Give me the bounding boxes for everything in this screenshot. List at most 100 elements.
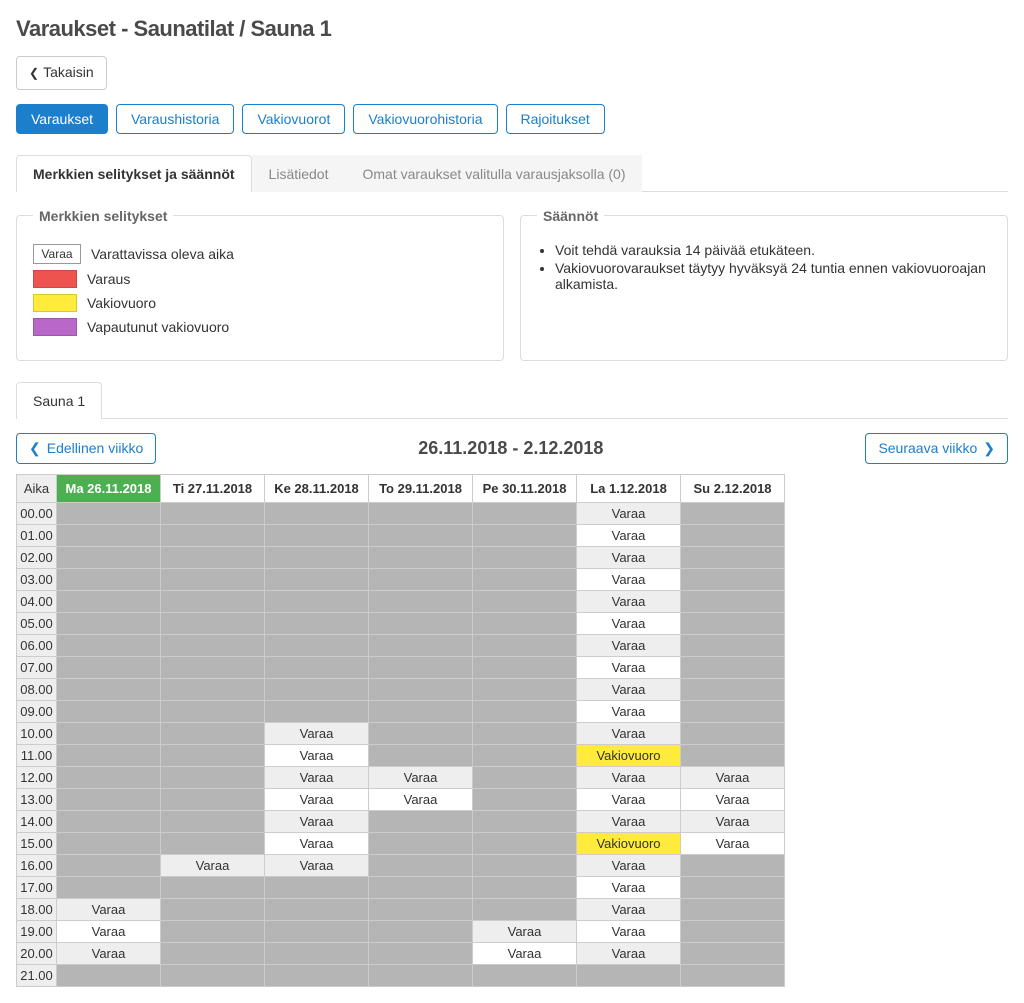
slot-unavailable xyxy=(473,678,577,700)
tab-vakiovuorot[interactable]: Vakiovuorot xyxy=(242,104,345,134)
slot-available[interactable]: Varaa xyxy=(681,788,785,810)
slot-available[interactable]: Varaa xyxy=(265,832,369,854)
slot-available[interactable]: Varaa xyxy=(473,942,577,964)
slot-available[interactable]: Varaa xyxy=(577,854,681,876)
tab-varaushistoria[interactable]: Varaushistoria xyxy=(116,104,234,134)
slot-unavailable xyxy=(265,898,369,920)
slot-unavailable xyxy=(161,678,265,700)
slot-available[interactable]: Varaa xyxy=(681,810,785,832)
resource-tab-sauna1[interactable]: Sauna 1 xyxy=(16,382,102,419)
slot-unavailable xyxy=(57,832,161,854)
slot-unavailable xyxy=(681,568,785,590)
slot-available[interactable]: Varaa xyxy=(577,700,681,722)
slot-available[interactable]: Varaa xyxy=(577,678,681,700)
slot-unavailable xyxy=(57,568,161,590)
subtab-lisatiedot[interactable]: Lisätiedot xyxy=(252,155,346,192)
slot-available[interactable]: Varaa xyxy=(265,766,369,788)
slot-recurring[interactable]: Vakiovuoro xyxy=(577,744,681,766)
slot-unavailable xyxy=(681,546,785,568)
slot-label: Varaa xyxy=(577,811,680,832)
slot-available[interactable]: Varaa xyxy=(161,854,265,876)
slot-unavailable xyxy=(161,722,265,744)
slot-unavailable xyxy=(681,722,785,744)
slot-available[interactable]: Varaa xyxy=(577,942,681,964)
slot-label: Varaa xyxy=(577,591,680,612)
slot-available[interactable]: Varaa xyxy=(681,766,785,788)
slot-available[interactable]: Varaa xyxy=(577,788,681,810)
slot-label: Varaa xyxy=(265,855,368,876)
slot-available[interactable]: Varaa xyxy=(473,920,577,942)
slot-unavailable xyxy=(473,634,577,656)
slot-unavailable xyxy=(369,590,473,612)
slot-available[interactable]: Varaa xyxy=(369,788,473,810)
slot-unavailable xyxy=(265,678,369,700)
legend-desc-recurring: Vakiovuoro xyxy=(87,295,156,311)
prev-week-button[interactable]: ❮ Edellinen viikko xyxy=(16,433,156,464)
slot-available[interactable]: Varaa xyxy=(577,546,681,568)
slot-available[interactable]: Varaa xyxy=(681,832,785,854)
subtab-omat[interactable]: Omat varaukset valitulla varausjaksolla … xyxy=(345,155,642,192)
slot-available[interactable]: Varaa xyxy=(577,612,681,634)
slot-unavailable xyxy=(161,656,265,678)
slot-available[interactable]: Varaa xyxy=(577,898,681,920)
chevron-right-icon: ❯ xyxy=(983,440,995,457)
time-label: 17.00 xyxy=(17,876,57,898)
slot-unavailable xyxy=(577,964,681,986)
slot-unavailable xyxy=(265,546,369,568)
day-header: Pe 30.11.2018 xyxy=(473,474,577,502)
slot-available[interactable]: Varaa xyxy=(369,766,473,788)
slot-available[interactable]: Varaa xyxy=(265,744,369,766)
time-label: 01.00 xyxy=(17,524,57,546)
slot-available[interactable]: Varaa xyxy=(577,722,681,744)
slot-unavailable xyxy=(161,502,265,524)
time-label: 05.00 xyxy=(17,612,57,634)
slot-unavailable xyxy=(369,678,473,700)
slot-unavailable xyxy=(57,766,161,788)
slot-unavailable xyxy=(265,524,369,546)
next-week-button[interactable]: Seuraava viikko ❯ xyxy=(865,433,1008,464)
slot-unavailable xyxy=(57,854,161,876)
slot-label: Varaa xyxy=(577,943,680,964)
slot-available[interactable]: Varaa xyxy=(57,898,161,920)
slot-label: Varaa xyxy=(577,701,680,722)
slot-unavailable xyxy=(369,502,473,524)
back-button[interactable]: ❮ Takaisin xyxy=(16,56,107,90)
slot-unavailable xyxy=(161,876,265,898)
tab-rajoitukset[interactable]: Rajoitukset xyxy=(506,104,605,134)
slot-available[interactable]: Varaa xyxy=(577,590,681,612)
slot-unavailable xyxy=(265,502,369,524)
tab-vakiovuorohistoria[interactable]: Vakiovuorohistoria xyxy=(353,104,497,134)
slot-unavailable xyxy=(369,722,473,744)
slot-unavailable xyxy=(57,546,161,568)
slot-available[interactable]: Varaa xyxy=(577,502,681,524)
subtab-merkkien[interactable]: Merkkien selitykset ja säännöt xyxy=(16,155,252,192)
slot-available[interactable]: Varaa xyxy=(577,656,681,678)
slot-recurring[interactable]: Vakiovuoro xyxy=(577,832,681,854)
slot-available[interactable]: Varaa xyxy=(577,524,681,546)
slot-available[interactable]: Varaa xyxy=(577,568,681,590)
tab-varaukset[interactable]: Varaukset xyxy=(16,104,108,134)
slot-unavailable xyxy=(473,700,577,722)
chevron-left-icon: ❮ xyxy=(29,440,41,457)
slot-unavailable xyxy=(57,678,161,700)
slot-unavailable xyxy=(57,788,161,810)
slot-available[interactable]: Varaa xyxy=(577,810,681,832)
slot-available[interactable]: Varaa xyxy=(577,876,681,898)
slot-unavailable xyxy=(473,502,577,524)
slot-unavailable xyxy=(161,810,265,832)
slot-available[interactable]: Varaa xyxy=(265,854,369,876)
slot-available[interactable]: Varaa xyxy=(265,788,369,810)
slot-available[interactable]: Varaa xyxy=(57,942,161,964)
slot-available[interactable]: Varaa xyxy=(57,920,161,942)
day-header: Ke 28.11.2018 xyxy=(265,474,369,502)
slot-available[interactable]: Varaa xyxy=(265,722,369,744)
slot-label: Varaa xyxy=(681,811,784,832)
slot-available[interactable]: Varaa xyxy=(577,920,681,942)
slot-unavailable xyxy=(681,678,785,700)
time-label: 07.00 xyxy=(17,656,57,678)
slot-available[interactable]: Varaa xyxy=(577,766,681,788)
slot-available[interactable]: Varaa xyxy=(265,810,369,832)
slot-unavailable xyxy=(681,964,785,986)
slot-available[interactable]: Varaa xyxy=(577,634,681,656)
slot-unavailable xyxy=(369,700,473,722)
